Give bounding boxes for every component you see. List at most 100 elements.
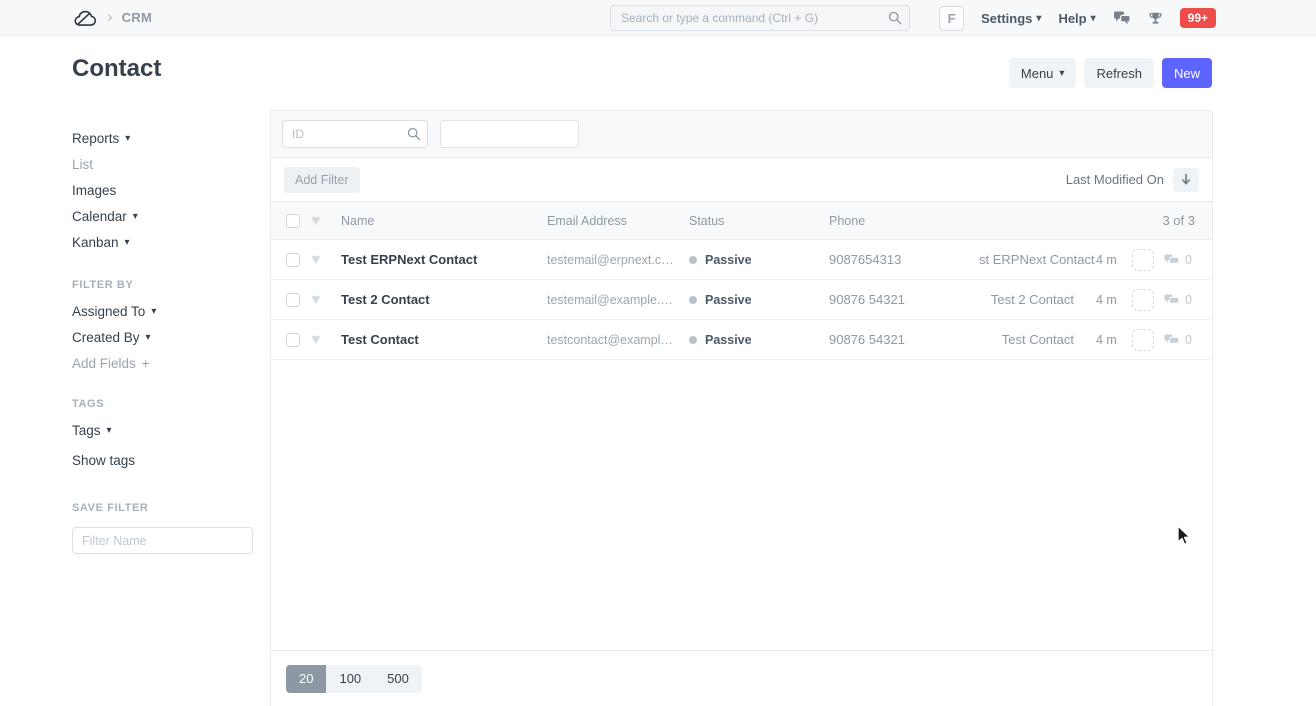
heart-icon[interactable]: ♥ — [308, 252, 324, 267]
comment-count[interactable]: 0 — [1164, 253, 1212, 267]
sidebar-item-images[interactable]: Images — [72, 183, 255, 198]
breadcrumb[interactable]: CRM — [122, 10, 153, 25]
show-tags-toggle[interactable]: Show tags — [72, 453, 255, 468]
heart-icon[interactable]: ♥ — [308, 292, 324, 307]
select-all-checkbox[interactable] — [286, 214, 300, 228]
table-row[interactable]: ♥ Test ERPNext Contact testemail@erpnext… — [271, 240, 1212, 280]
column-header-phone: Phone — [829, 214, 979, 228]
sidebar-item-list[interactable]: List — [72, 157, 255, 172]
navbar: › CRM F Settings ▾ Help ▾ — [0, 0, 1316, 36]
assigned-to-filter[interactable]: Assigned To ▾ — [72, 304, 255, 319]
modified-ago: 4 m — [1096, 253, 1130, 267]
chat-icon[interactable] — [1113, 11, 1131, 25]
row-checkbox[interactable] — [286, 333, 300, 347]
user-avatar[interactable]: F — [939, 6, 964, 31]
contact-name[interactable]: Test Contact — [341, 332, 547, 347]
comments-icon — [1164, 334, 1180, 346]
status-indicator-dot — [689, 256, 697, 264]
table-row[interactable]: ♥ Test 2 Contact testemail@example.… Pas… — [271, 280, 1212, 320]
search-icon — [888, 11, 902, 30]
contact-email: testemail@example.… — [547, 293, 689, 307]
sort-direction-button[interactable] — [1173, 168, 1199, 192]
list-header-row: ♥ Name Email Address Status Phone 3 of 3 — [271, 202, 1212, 240]
sidebar-item-kanban[interactable]: Kanban ▾ — [72, 235, 255, 250]
sidebar-item-calendar[interactable]: Calendar ▾ — [72, 209, 255, 224]
chevron-down-icon: ▾ — [107, 425, 112, 436]
standard-filter-area — [271, 111, 1212, 158]
page-head: Contact Menu ▾ Refresh New — [0, 36, 1316, 110]
trophy-icon[interactable] — [1148, 11, 1163, 26]
column-header-status: Status — [689, 214, 829, 228]
new-button[interactable]: New — [1162, 58, 1212, 88]
table-row[interactable]: ♥ Test Contact testcontact@exampl… Passi… — [271, 320, 1212, 360]
page-size-selector: 20 100 500 — [286, 665, 422, 693]
tags-heading: TAGS — [72, 398, 255, 410]
status-indicator-dot — [689, 296, 697, 304]
search-icon — [407, 127, 421, 146]
contact-phone: 90876 54321 — [829, 332, 979, 347]
created-by-filter[interactable]: Created By ▾ — [72, 330, 255, 345]
sort-field-label[interactable]: Last Modified On — [1066, 172, 1164, 187]
heart-icon[interactable]: ♥ — [308, 332, 324, 347]
list-container: Add Filter Last Modified On ♥ Name Email… — [270, 110, 1213, 706]
contact-title: Test 2 Contact — [979, 292, 1096, 307]
list-footer: 20 100 500 — [271, 650, 1212, 706]
contact-name[interactable]: Test 2 Contact — [341, 292, 547, 307]
liked-by-filter-icon[interactable]: ♥ — [308, 213, 324, 228]
chevron-down-icon: ▾ — [133, 211, 138, 222]
assign-button[interactable] — [1132, 329, 1154, 351]
status-indicator-dot — [689, 336, 697, 344]
chevron-down-icon: ▾ — [1091, 13, 1096, 24]
result-count: 3 of 3 — [979, 213, 1212, 228]
add-fields-link[interactable]: Add Fields + — [72, 356, 255, 371]
row-checkbox[interactable] — [286, 253, 300, 267]
add-filter-button[interactable]: Add Filter — [284, 167, 360, 193]
contact-phone: 90876 54321 — [829, 292, 979, 307]
chevron-down-icon: ▾ — [151, 306, 156, 317]
contact-email: testemail@erpnext.c… — [547, 253, 689, 267]
assign-button[interactable] — [1132, 249, 1154, 271]
menu-button[interactable]: Menu ▾ — [1009, 58, 1077, 88]
settings-menu[interactable]: Settings ▾ — [981, 11, 1041, 26]
contact-email: testcontact@exampl… — [547, 333, 689, 347]
filter-toolbar: Add Filter Last Modified On — [271, 158, 1212, 202]
app-logo-icon[interactable] — [72, 7, 98, 29]
page-title: Contact — [72, 55, 161, 83]
chevron-down-icon: ▾ — [125, 133, 130, 144]
contact-status: Passive — [689, 293, 829, 307]
breadcrumb-chevron-icon: › — [107, 8, 113, 25]
assign-button[interactable] — [1132, 289, 1154, 311]
modified-ago: 4 m — [1096, 293, 1130, 307]
comments-icon — [1164, 254, 1180, 266]
tags-filter[interactable]: Tags ▾ — [72, 423, 255, 438]
help-menu[interactable]: Help ▾ — [1058, 11, 1095, 26]
comment-count[interactable]: 0 — [1164, 293, 1212, 307]
comments-icon — [1164, 294, 1180, 306]
column-header-name: Name — [341, 214, 547, 228]
page-size-20[interactable]: 20 — [286, 665, 326, 693]
chevron-down-icon: ▾ — [125, 237, 130, 248]
filter-name-input[interactable] — [72, 527, 253, 554]
contact-status: Passive — [689, 333, 829, 347]
notifications-badge[interactable]: 99+ — [1180, 8, 1216, 28]
settings-label: Settings — [981, 11, 1032, 26]
save-filter-heading: SAVE FILTER — [72, 502, 255, 514]
contact-name[interactable]: Test ERPNext Contact — [341, 252, 547, 267]
comment-count[interactable]: 0 — [1164, 333, 1212, 347]
filter-by-heading: FILTER BY — [72, 279, 255, 291]
global-search-input[interactable] — [610, 5, 910, 31]
page-size-500[interactable]: 500 — [374, 665, 422, 693]
chevron-down-icon: ▾ — [146, 332, 151, 343]
plus-icon: + — [142, 356, 150, 371]
refresh-button[interactable]: Refresh — [1084, 58, 1154, 88]
contact-status: Passive — [689, 253, 829, 267]
chevron-down-icon: ▾ — [1059, 68, 1064, 79]
filter-value-input[interactable] — [440, 120, 579, 148]
chevron-down-icon: ▾ — [1036, 13, 1041, 24]
arrow-down-icon — [1180, 173, 1192, 186]
page-size-100[interactable]: 100 — [326, 665, 374, 693]
contact-phone: 9087654313 — [829, 252, 979, 267]
sidebar-item-reports[interactable]: Reports ▾ — [72, 131, 255, 146]
row-checkbox[interactable] — [286, 293, 300, 307]
list-sidebar: Reports ▾ List Images Calendar ▾ Kanban … — [72, 131, 255, 554]
